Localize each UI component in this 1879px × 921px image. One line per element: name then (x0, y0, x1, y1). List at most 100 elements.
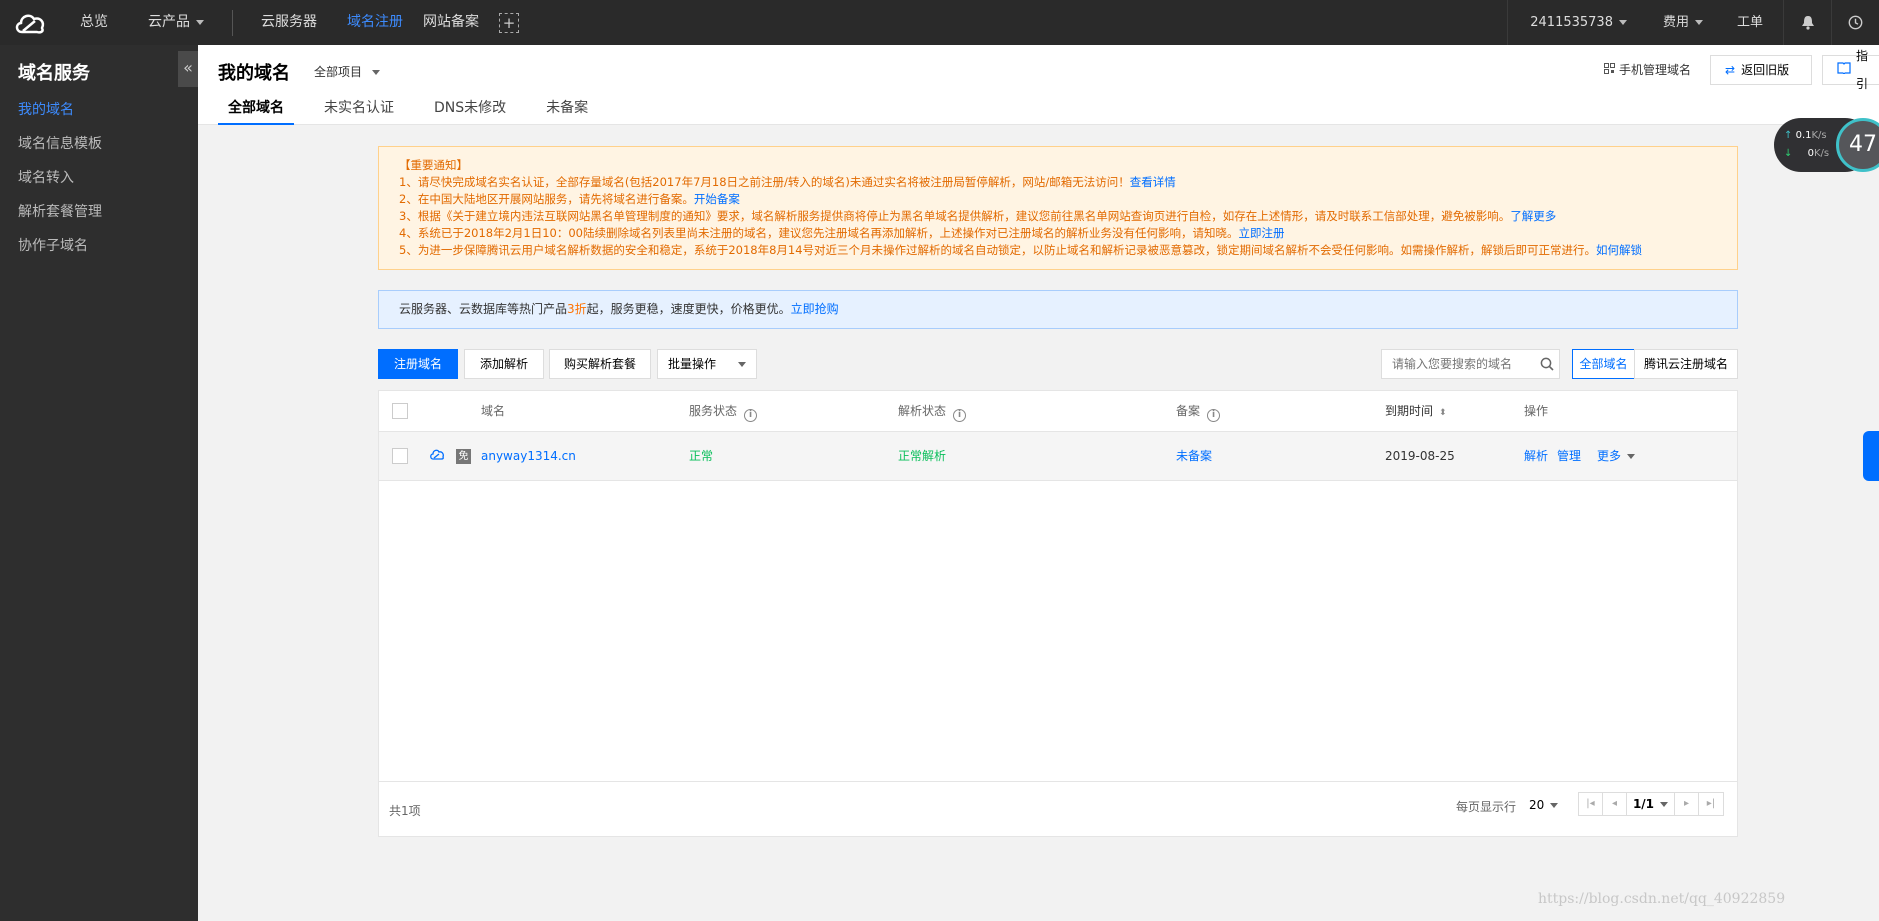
download-arrow-icon: ↓ (1784, 148, 1793, 159)
add-resolve-button[interactable]: 添加解析 (464, 349, 544, 379)
domain-tabs: 全部域名 未实名认证 DNS未修改 未备案 (218, 97, 618, 125)
filter-tencent-domains-button[interactable]: 腾讯云注册域名 (1634, 349, 1738, 379)
chevron-down-icon (1660, 802, 1669, 807)
nav-overview[interactable]: 总览 (60, 0, 128, 45)
notice-line: 5、为进一步保障腾讯云用户域名解析数据的安全和稳定，系统于2018年8月14号对… (399, 242, 1717, 259)
ticket-link[interactable]: 工单 (1717, 0, 1783, 45)
column-header-icp: 备案 i (1176, 391, 1221, 431)
back-old-version-button[interactable]: ⇄ 返回旧版 (1710, 55, 1812, 85)
column-header-expiry-label: 到期时间 (1385, 404, 1434, 418)
download-speed-unit: K/s (1813, 148, 1830, 159)
batch-operation-label: 批量操作 (668, 357, 717, 371)
page-size-select[interactable]: 20 (1529, 798, 1559, 812)
domain-search-input[interactable] (1381, 349, 1560, 379)
account-id: 2411535738 (1530, 15, 1613, 30)
info-icon[interactable]: i (744, 409, 758, 422)
collapse-sidebar-icon[interactable]: « (178, 51, 198, 87)
page-size-value: 20 (1529, 798, 1545, 812)
clock-icon[interactable] (1831, 0, 1879, 45)
notice-link[interactable]: 立即注册 (1238, 226, 1284, 240)
notice-link[interactable]: 开始备案 (694, 192, 740, 206)
more-actions-menu[interactable]: 更多 (1597, 432, 1636, 480)
book-icon (1837, 56, 1851, 84)
sidebar-item-domain-template[interactable]: 域名信息模板 (0, 127, 198, 161)
notice-text: 1、请尽快完成域名实名认证，全部存量域名(包括2017年7月18日之前注册/转入… (399, 175, 1130, 189)
page-select[interactable]: 1/1 (1627, 793, 1675, 815)
filter-all-domains-button[interactable]: 全部域名 (1572, 349, 1635, 379)
row-checkbox[interactable] (392, 448, 408, 464)
sidebar-item-my-domains[interactable]: 我的域名 (0, 93, 198, 127)
nav-cvm[interactable]: 云服务器 (241, 0, 337, 45)
nav-cloud-products[interactable]: 云产品 (128, 0, 224, 45)
domain-name-link[interactable]: anyway1314.cn (481, 432, 576, 480)
tab-dns-unmodified[interactable]: DNS未修改 (424, 97, 516, 125)
nav-icp[interactable]: 网站备案 (413, 0, 489, 45)
service-status: 正常 (689, 449, 714, 463)
sidebar-title: 域名服务 (18, 63, 90, 84)
notice-link[interactable]: 查看详情 (1130, 175, 1176, 189)
notice-heading: 【重要通知】 (399, 158, 468, 172)
back-old-version-label: 返回旧版 (1741, 63, 1790, 77)
promo-buy-link[interactable]: 立即抢购 (791, 302, 839, 316)
column-header-resolve-status-label: 解析状态 (898, 404, 947, 418)
project-select[interactable]: 全部项目 (314, 63, 381, 80)
notice-link[interactable]: 了解更多 (1510, 209, 1556, 223)
tab-unverified[interactable]: 未实名认证 (314, 97, 404, 125)
billing-menu[interactable]: 费用 (1649, 0, 1717, 45)
register-domain-button[interactable]: 注册域名 (378, 349, 458, 379)
chevron-down-icon (1694, 20, 1703, 25)
manage-action-link[interactable]: 管理 (1557, 432, 1581, 480)
upload-arrow-icon: ↑ (1784, 130, 1793, 141)
first-page-icon[interactable]: |◂ (1579, 793, 1603, 815)
buy-package-button[interactable]: 购买解析套餐 (549, 349, 651, 379)
next-page-icon[interactable]: ▸ (1675, 793, 1699, 815)
promo-text-after: 起，服务更稳，速度更快，价格更优。 (586, 302, 791, 316)
sort-icon[interactable]: ⬍ (1439, 408, 1447, 418)
search-icon[interactable] (1540, 357, 1554, 374)
nav-divider (232, 9, 233, 36)
feedback-side-tab[interactable] (1863, 431, 1879, 481)
swap-icon: ⇄ (1725, 63, 1736, 77)
info-icon[interactable]: i (953, 409, 967, 422)
add-shortcut-icon[interactable]: + (499, 12, 519, 33)
network-speed-widget[interactable]: ↑ 0.1K/s ↓ 0K/s 47 (1774, 118, 1879, 172)
mobile-manage-link[interactable]: 手机管理域名 (1603, 61, 1691, 78)
chevron-down-icon (196, 19, 204, 25)
notice-text: 5、为进一步保障腾讯云用户域名解析数据的安全和稳定，系统于2018年8月14号对… (399, 243, 1597, 257)
billing-label: 费用 (1662, 15, 1689, 30)
sidebar-item-domain-transfer[interactable]: 域名转入 (0, 161, 198, 195)
select-all-checkbox[interactable] (392, 403, 408, 419)
cloud-logo-icon[interactable] (0, 0, 60, 45)
prev-page-icon[interactable]: ◂ (1603, 793, 1627, 815)
expiry-date: 2019-08-25 (1385, 449, 1455, 463)
column-header-domain: 域名 (481, 404, 506, 418)
icp-status-link[interactable]: 未备案 (1176, 432, 1212, 480)
guide-button[interactable]: 指引 (1822, 49, 1879, 91)
chevron-down-icon (372, 70, 381, 75)
account-menu[interactable]: 2411535738 (1507, 0, 1649, 45)
tab-no-icp[interactable]: 未备案 (536, 97, 598, 125)
column-header-expiry[interactable]: 到期时间 ⬍ (1385, 391, 1447, 431)
chevron-down-icon (1618, 20, 1627, 25)
mobile-manage-label: 手机管理域名 (1618, 63, 1691, 77)
project-select-label: 全部项目 (314, 65, 363, 79)
sidebar-item-collab-subdomain[interactable]: 协作子域名 (0, 229, 198, 263)
resolve-action-link[interactable]: 解析 (1524, 432, 1548, 480)
batch-operation-select[interactable]: 批量操作 (657, 349, 757, 379)
chevron-down-icon (1627, 454, 1636, 459)
guide-label: 指引 (1856, 49, 1869, 91)
column-header-service-status-label: 服务状态 (689, 404, 738, 418)
notice-link[interactable]: 如何解锁 (1596, 243, 1642, 257)
sidebar-item-resolve-package[interactable]: 解析套餐管理 (0, 195, 198, 229)
column-header-actions: 操作 (1524, 404, 1549, 418)
last-page-icon[interactable]: ▸| (1699, 793, 1723, 815)
nav-domain-register[interactable]: 域名注册 (337, 0, 413, 45)
info-icon[interactable]: i (1207, 409, 1221, 422)
resolve-status: 正常解析 (898, 449, 947, 463)
bell-icon[interactable] (1783, 0, 1831, 45)
notice-text: 4、系统已于2018年2月1日10：00陆续删除域名列表里尚未注册的域名，建议您… (399, 226, 1239, 240)
tab-all-domains[interactable]: 全部域名 (218, 97, 294, 125)
notice-line: 4、系统已于2018年2月1日10：00陆续删除域名列表里尚未注册的域名，建议您… (399, 225, 1717, 242)
notice-line: 2、在中国大陆地区开展网站服务，请先将域名进行备案。开始备案 (399, 191, 1717, 208)
promo-text: 云服务器、云数据库等热门产品 (399, 302, 568, 316)
